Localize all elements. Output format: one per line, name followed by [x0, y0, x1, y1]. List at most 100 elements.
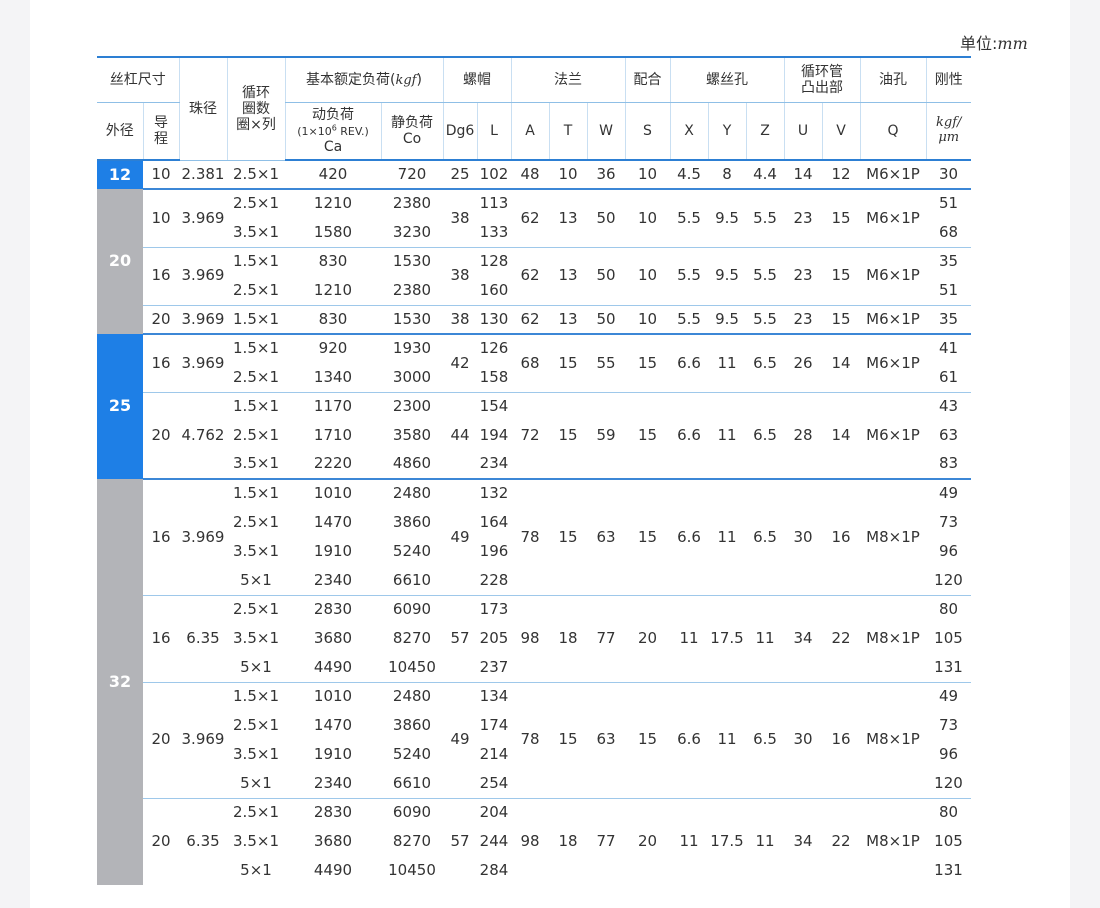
header-dg6: Dg6	[442, 102, 477, 161]
lead-cell: 20	[143, 797, 179, 885]
nut-length-cell: 160	[479, 280, 509, 299]
fit-s-cell: 20	[625, 594, 670, 682]
header-Z: Z	[745, 102, 784, 161]
stiffness-cell: 61	[938, 367, 959, 386]
tube-v-cell: 16	[822, 681, 860, 798]
tube-u-cell: 23	[784, 246, 822, 305]
lead-cell: 16	[143, 333, 179, 392]
table-row: 20 3.969 1.5×1 830 1530 38 130 62 13 50 10 5.5 9.5 5.…	[97, 304, 971, 334]
static-load-cell: 2480	[381, 681, 443, 711]
circuits-cell: 2.5×1	[227, 188, 285, 218]
nut-dg6-cell: 57	[443, 594, 477, 682]
dynamic-load-cell: 1710	[313, 425, 353, 444]
flange-a-cell: 78	[511, 478, 549, 595]
header-S: S	[624, 102, 670, 161]
header-Y: Y	[707, 102, 746, 161]
circuits-cell: 3.5×1	[233, 541, 279, 560]
nut-dg6-cell: 38	[443, 304, 477, 334]
nut-length-cell: 254	[479, 773, 509, 792]
circuits-cell: 2.5×1	[233, 425, 279, 444]
fit-s-cell: 10	[637, 164, 658, 183]
flange-t-cell: 13	[549, 246, 587, 305]
hole-z-cell: 4.4	[753, 164, 777, 183]
nut-dg6-cell: 42	[443, 333, 477, 392]
tube-u-cell: 28	[784, 391, 822, 479]
flange-a-cell: 62	[511, 246, 549, 305]
circuits-cell: 5×1	[240, 860, 272, 879]
header-oil-hole: 油孔	[859, 56, 926, 103]
tube-v-cell: 12	[831, 164, 851, 183]
dynamic-load-cell: 2340	[313, 570, 353, 589]
hole-y-cell: 11	[708, 333, 746, 392]
lead-cell: 20	[143, 391, 179, 479]
hole-x-cell: 6.6	[670, 478, 708, 595]
static-load-cell: 2380	[381, 188, 443, 218]
circuits-cell: 2.5×1	[227, 797, 285, 827]
nut-length-cell: 234	[479, 454, 509, 473]
static-load-cell: 3860	[392, 512, 432, 531]
circuits-cell: 1.5×1	[227, 478, 285, 508]
dynamic-load-cell: 920	[285, 333, 381, 363]
nut-length-cell: 164	[479, 512, 509, 531]
lead-cell: 16	[143, 246, 179, 305]
nut-dg6-cell: 38	[443, 188, 477, 247]
flange-w-cell: 50	[587, 304, 625, 334]
table-row: 20 3.969 1.5×1 1010 2480 49 134 78 15 63 15 6.6 11 6.…	[97, 681, 971, 798]
table-row: 25 16 3.969 1.5×1 920 1930 42 126 68 15 55 15 6.6 11 6…	[97, 333, 971, 479]
nut-length-cell: 174	[479, 715, 509, 734]
hole-y-cell: 11	[708, 391, 746, 479]
stiffness-cell: 73	[938, 715, 959, 734]
stiffness-cell: 35	[926, 304, 971, 334]
hole-y-cell: 9.5	[708, 246, 746, 305]
hole-z-cell: 5.5	[746, 188, 784, 247]
hole-z-cell: 11	[746, 594, 784, 682]
hole-x-cell: 4.5	[677, 164, 701, 183]
circuits-cell: 5×1	[240, 570, 272, 589]
static-load-cell: 3230	[392, 222, 432, 241]
stiffness-cell: 105	[934, 831, 963, 850]
tube-v-cell: 16	[822, 478, 860, 595]
ball-diameter-cell: 6.35	[179, 594, 227, 682]
hole-z-cell: 6.5	[746, 681, 784, 798]
static-load-cell: 3860	[392, 715, 432, 734]
nut-length-cell: 194	[479, 425, 509, 444]
static-load-cell: 6610	[392, 773, 432, 792]
flange-w-cell: 55	[587, 333, 625, 392]
oil-q-cell: M6×1P	[860, 246, 926, 305]
hole-y-cell: 11	[708, 478, 746, 595]
header-W: W	[586, 102, 625, 161]
header-static-load: 静负荷 Co	[380, 102, 443, 161]
static-load-cell: 4860	[392, 454, 432, 473]
nut-length-cell: 228	[479, 570, 509, 589]
lead-cell: 10	[143, 188, 179, 247]
nut-length-cell: 204	[477, 797, 511, 827]
stiffness-cell: 63	[938, 425, 959, 444]
stiffness-cell: 51	[926, 188, 971, 218]
unit-label: 单位:mm	[960, 34, 1028, 53]
hole-x-cell: 5.5	[670, 188, 708, 247]
circuits-cell: 3.5×1	[233, 628, 279, 647]
nut-length-cell: 134	[477, 681, 511, 711]
lead-cell: 20	[143, 304, 179, 334]
ball-diameter-cell: 6.35	[179, 797, 227, 885]
stiffness-cell: 120	[934, 773, 963, 792]
tube-v-cell: 15	[822, 188, 860, 247]
hole-x-cell: 5.5	[670, 246, 708, 305]
dynamic-load-cell: 3680	[313, 831, 353, 850]
flange-w-cell: 77	[587, 594, 625, 682]
table-row: 16 6.35 2.5×1 2830 6090 57 173 98 18 77 20 11 17.5 11…	[97, 594, 971, 682]
static-load-cell: 10450	[388, 657, 436, 676]
header-od: 外径	[97, 102, 143, 161]
nut-length-cell: 284	[479, 860, 509, 879]
table-row: 12 10 2.381 2.5×1 420 720 25 102 48 10 36 10 4.5 8 4.4…	[97, 160, 971, 189]
dynamic-load-cell: 1210	[313, 280, 353, 299]
ball-diameter-cell: 3.969	[179, 681, 227, 798]
dynamic-load-cell: 4490	[313, 860, 353, 879]
stiffness-cell: 96	[938, 744, 959, 763]
header-stiffness-unit: kgf/μm	[925, 102, 971, 161]
static-load-cell: 2300	[381, 391, 443, 421]
tube-u-cell: 23	[784, 188, 822, 247]
stiffness-cell: 80	[926, 594, 971, 624]
static-load-cell: 6090	[381, 797, 443, 827]
flange-w-cell: 36	[596, 164, 616, 183]
